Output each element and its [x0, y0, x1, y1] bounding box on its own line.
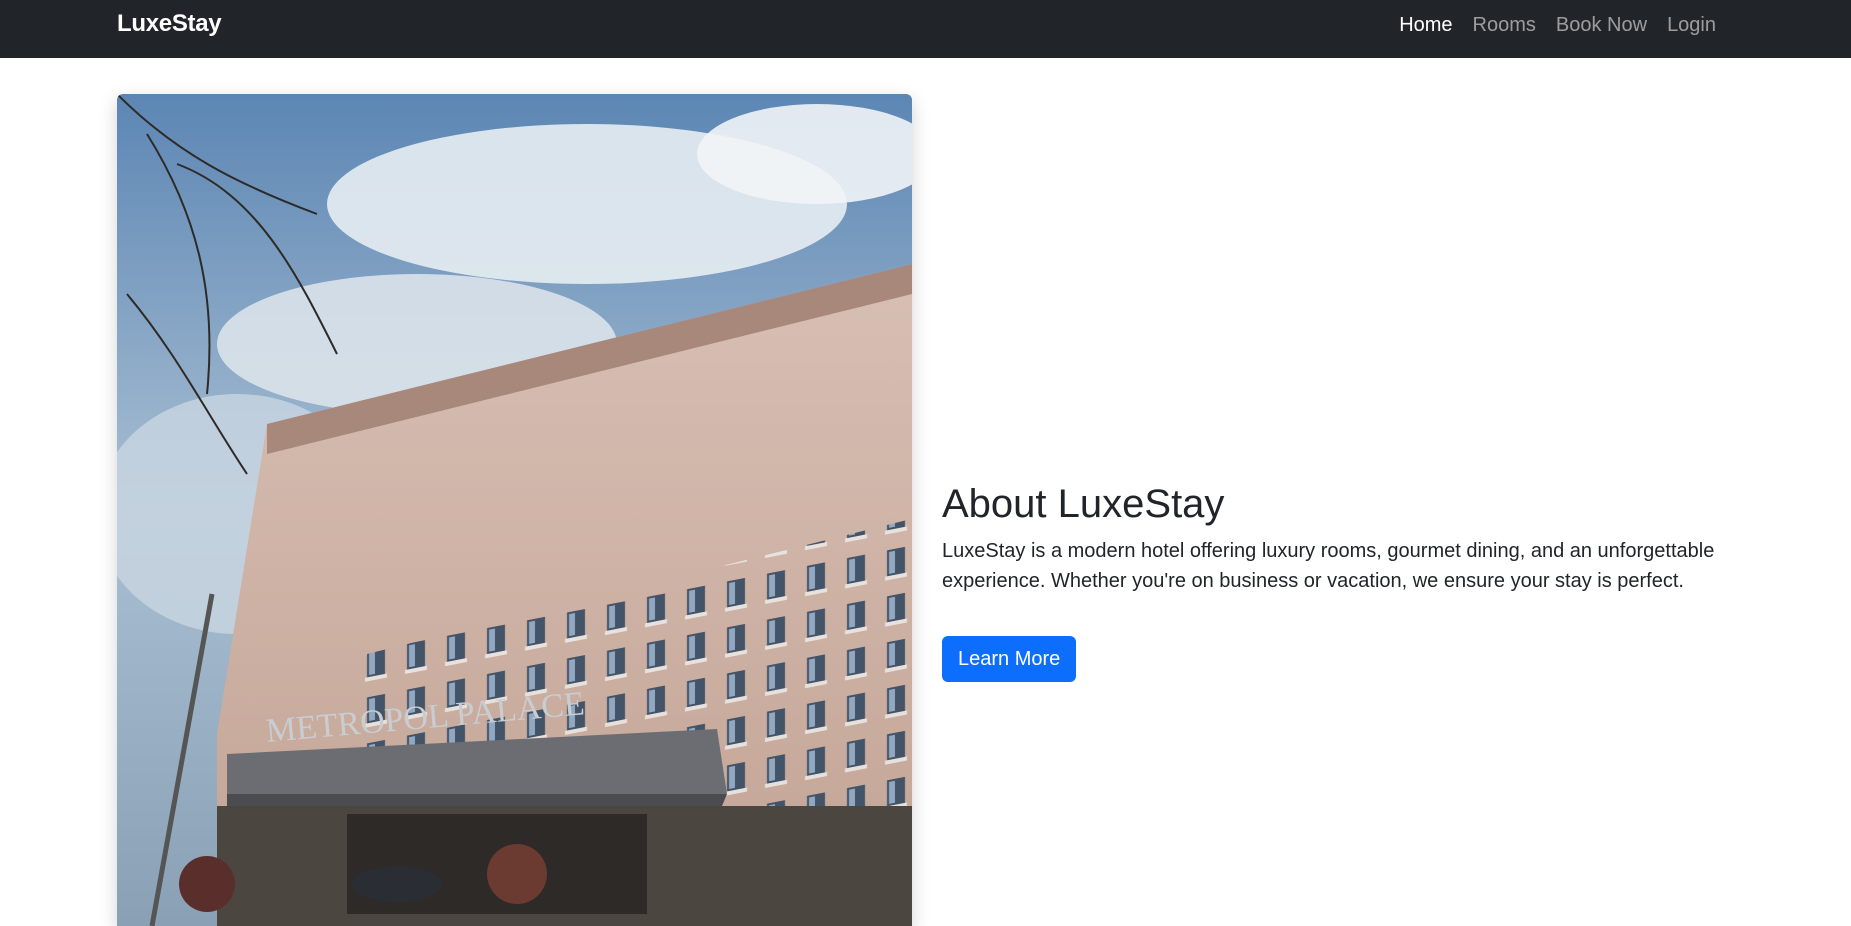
nav-link-book-now[interactable]: Book Now: [1546, 12, 1657, 38]
nav-link-home[interactable]: Home: [1389, 12, 1462, 38]
nav-link-rooms[interactable]: Rooms: [1463, 12, 1546, 38]
nav-links: Home Rooms Book Now Login: [1389, 12, 1726, 38]
nav-link-login[interactable]: Login: [1657, 12, 1726, 38]
brand-logo[interactable]: LuxeStay: [117, 10, 222, 38]
hotel-photo: METROPOL PALACE: [117, 94, 912, 926]
about-description: LuxeStay is a modern hotel offering luxu…: [942, 540, 1715, 592]
navbar: LuxeStay Home Rooms Book Now Login: [0, 0, 1851, 58]
learn-more-button[interactable]: Learn More: [942, 636, 1077, 682]
about-section: About LuxeStay LuxeStay is a modern hote…: [942, 480, 1742, 682]
about-heading: About LuxeStay: [942, 482, 1225, 526]
